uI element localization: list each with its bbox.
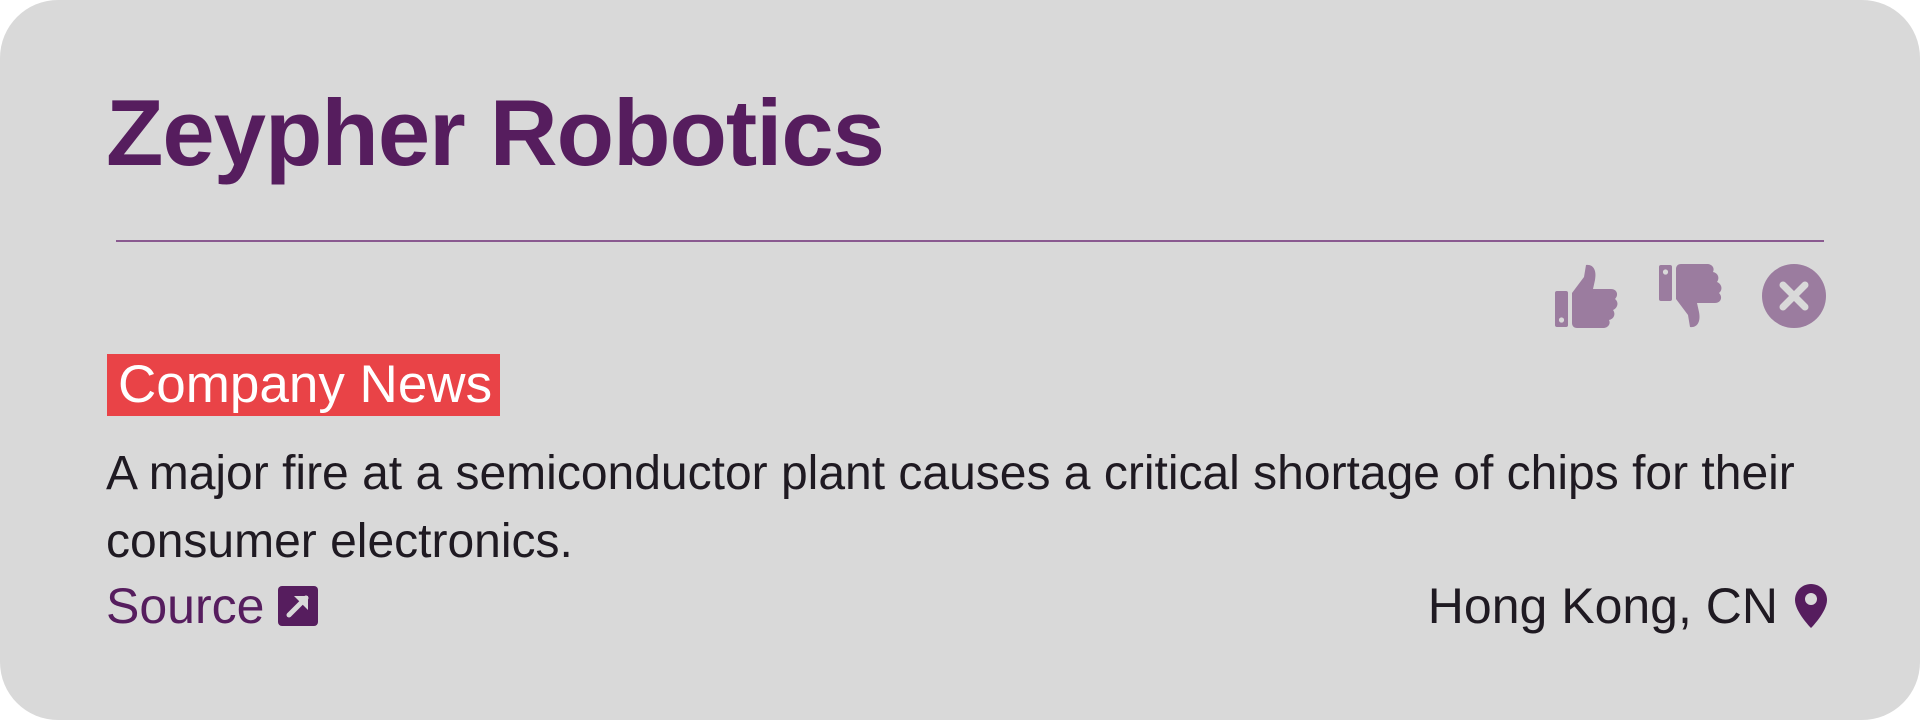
thumbs-down-icon — [1659, 264, 1722, 328]
dislike-button[interactable] — [1656, 262, 1724, 330]
company-title: Zeypher Robotics — [106, 80, 885, 185]
news-card: Zeypher Robotics Company News A major fi… — [0, 0, 1920, 720]
location-label: Hong Kong, CN — [1427, 578, 1778, 634]
map-pin-icon — [1795, 584, 1827, 628]
close-circle-icon — [1762, 264, 1826, 328]
location: Hong Kong, CN — [1428, 574, 1828, 638]
like-button[interactable] — [1552, 262, 1620, 330]
source-link-label: Source — [106, 578, 265, 634]
external-link-icon — [278, 586, 319, 626]
source-link[interactable]: Source — [106, 574, 319, 638]
category-badge: Company News — [107, 354, 501, 416]
divider — [116, 240, 1824, 242]
dismiss-button[interactable] — [1760, 262, 1828, 330]
news-summary: A major fire at a semiconductor plant ca… — [106, 447, 1795, 568]
thumbs-up-icon — [1555, 264, 1618, 328]
card-actions — [1552, 262, 1828, 330]
